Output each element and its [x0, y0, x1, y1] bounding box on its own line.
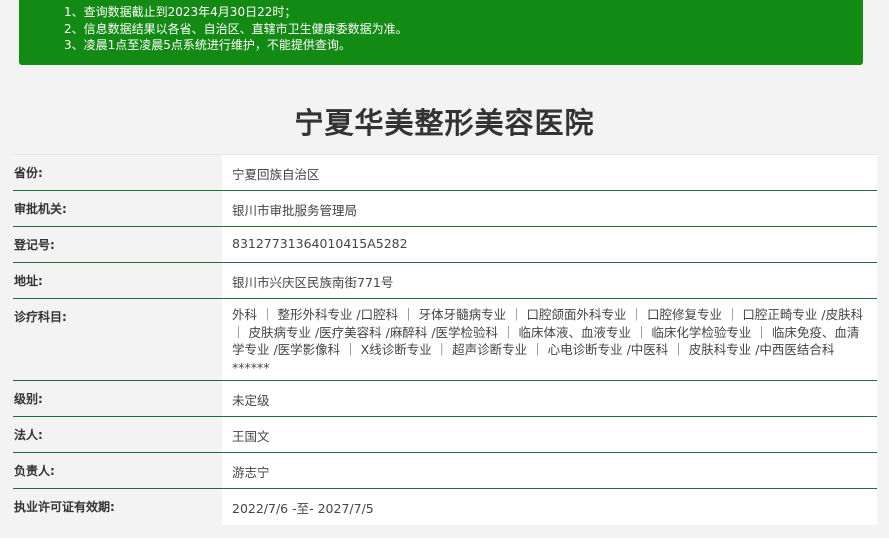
field-label: 审批机关: — [14, 202, 67, 216]
field-value: 外科 ｜ 整形外科专业 /口腔科 ｜ 牙体牙髓病专业 ｜ 口腔颌面外科专业 ｜ … — [232, 307, 864, 375]
field-label: 负责人: — [14, 464, 55, 478]
table-row-level: 级别: 未定级 — [13, 381, 877, 417]
field-value: 游志宁 — [232, 465, 270, 480]
field-value: 宁夏回族自治区 — [232, 167, 320, 182]
field-label: 法人: — [14, 428, 43, 442]
field-label: 地址: — [14, 274, 43, 288]
table-row-departments: 诊疗科目: 外科 ｜ 整形外科专业 /口腔科 ｜ 牙体牙髓病专业 ｜ 口腔颌面外… — [13, 299, 877, 381]
field-label: 级别: — [14, 392, 43, 406]
notice-line: 3、凌晨1点至凌晨5点系统进行维护，不能提供查询。 — [64, 38, 351, 52]
notice-banner: 1、查询数据截止到2023年4月30日22时； 2、信息数据结果以各省、自治区、… — [19, 0, 863, 65]
field-label: 登记号: — [14, 238, 55, 252]
table-row-province: 省份: 宁夏回族自治区 — [13, 155, 877, 191]
table-row-address: 地址: 银川市兴庆区民族南街771号 — [13, 263, 877, 299]
field-value: 83127731364010415A5282 — [232, 236, 408, 251]
table-row-legal-person: 法人: 王国文 — [13, 417, 877, 453]
page-title: 宁夏华美整形美容医院 — [294, 106, 595, 140]
table-row-registration: 登记号: 83127731364010415A5282 — [13, 227, 877, 263]
field-value: 银川市兴庆区民族南街771号 — [232, 275, 394, 290]
field-label: 省份: — [14, 166, 43, 180]
table-row-principal: 负责人: 游志宁 — [13, 453, 877, 489]
field-label: 诊疗科目: — [14, 310, 67, 324]
field-value: 未定级 — [232, 393, 270, 408]
notice-line: 2、信息数据结果以各省、自治区、直辖市卫生健康委数据为准。 — [64, 21, 408, 36]
table-row-license-validity: 执业许可证有效期: 2022/7/6 -至- 2027/7/5 — [13, 489, 877, 525]
field-label: 执业许可证有效期: — [14, 500, 115, 514]
notice-line: 1、查询数据截止到2023年4月30日22时； — [64, 5, 297, 19]
table-row-authority: 审批机关: 银川市审批服务管理局 — [13, 191, 877, 227]
info-table: 省份: 宁夏回族自治区 审批机关: 银川市审批服务管理局 登记号: 831277… — [13, 154, 877, 525]
field-value: 银川市审批服务管理局 — [232, 203, 358, 218]
field-value: 王国文 — [232, 429, 270, 444]
field-value: 2022/7/6 -至- 2027/7/5 — [232, 501, 374, 516]
